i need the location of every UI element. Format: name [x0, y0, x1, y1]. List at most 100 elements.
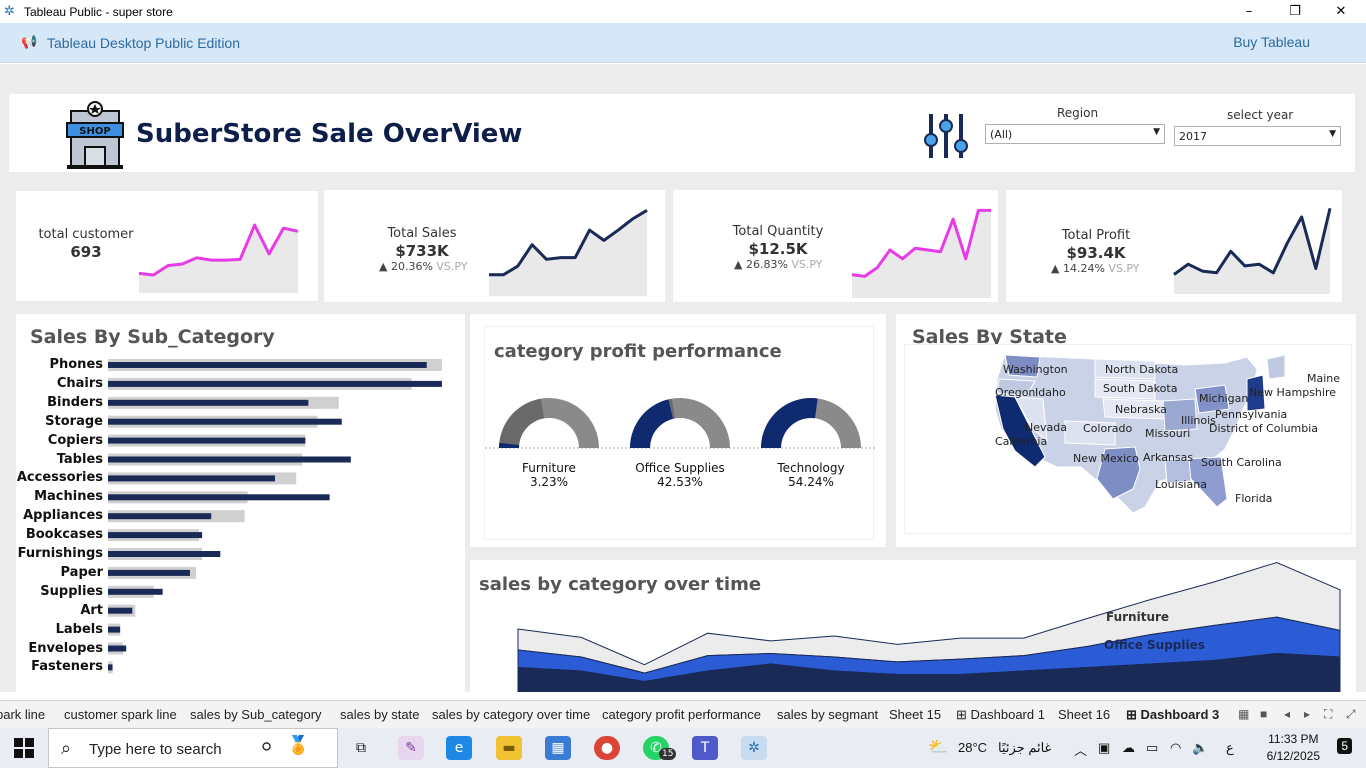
system-clock[interactable]: 11:33 PM 6/12/2025 — [1267, 731, 1320, 765]
shop-sign-text: SHOP — [79, 126, 110, 137]
sheet-tab[interactable]: Sheet 16 — [1058, 707, 1110, 722]
sales-sparkline — [489, 209, 648, 296]
bar-current-phones — [108, 362, 427, 368]
kpi-quantity-title: Total Quantity — [732, 224, 824, 239]
bar-label: Fasteners — [31, 659, 103, 675]
tray-cloud-icon[interactable]: ☁ — [1122, 740, 1135, 756]
sheet-tab[interactable]: sales by segmant — [777, 707, 878, 722]
taskbar-search-box[interactable]: ⌕ Type here to search ⚪ 🏅 — [48, 728, 338, 768]
tray-device-icon[interactable]: ▣ — [1098, 740, 1110, 756]
sheet-tab[interactable]: ⊞ Dashboard 1 — [956, 707, 1045, 723]
category-profit-inner: category profit performance Furniture 3.2… — [484, 326, 875, 540]
bar-current-storage — [108, 418, 342, 425]
sales-over-time-area-chart — [517, 561, 1341, 692]
state-label-oregon: Oregon — [995, 386, 1036, 399]
bar-current-paper — [108, 569, 190, 576]
state-label-south-carolina: South Carolina — [1201, 456, 1282, 469]
state-map-frame: Washington North Dakota Maine Oregon Idaho So… — [904, 344, 1352, 534]
restore-button[interactable]: ❐ — [1272, 0, 1318, 23]
donut-furniture — [499, 398, 599, 448]
buy-tableau-link[interactable]: Buy Tableau — [1233, 34, 1310, 50]
sheet-tab[interactable]: sales by category over time — [432, 707, 590, 722]
sheet-tab[interactable]: sales by Sub_category — [190, 707, 322, 722]
bar-label: Storage — [45, 413, 103, 429]
state-label-district-of-columbia: District of Columbia — [1209, 422, 1319, 435]
sheet-tab[interactable]: sales by state — [340, 707, 420, 722]
bar-label: Phones — [49, 357, 103, 372]
region-dropdown[interactable]: (All) ▼ — [985, 124, 1165, 144]
megaphone-icon: 📢 — [21, 35, 38, 50]
bar-current-supplies — [108, 588, 163, 595]
input-language[interactable]: ع — [1226, 740, 1234, 756]
fullscreen-icon[interactable]: ⛶ — [1324, 707, 1332, 722]
tableau-app-icon: ✲ — [4, 3, 15, 19]
kpi-sales-value: $733K — [395, 242, 449, 260]
donut-label-furniture: Furniture 3.23% — [522, 461, 576, 489]
sales-by-subcategory-panel: Sales By Sub_Category Phones Chairs Binder… — [16, 314, 465, 692]
scroll-left-icon[interactable]: ◂ — [1284, 707, 1290, 721]
paint-app-icon[interactable]: ✎ — [398, 736, 424, 760]
windows-start-icon[interactable] — [14, 738, 34, 758]
tableau-taskbar-icon[interactable]: ✲ — [741, 736, 767, 760]
microsoft-store-icon[interactable]: ▦ — [545, 736, 571, 760]
expand-icon[interactable]: ⤢ — [1346, 707, 1356, 722]
bar-current-accessories — [108, 475, 275, 482]
file-explorer-icon[interactable]: ▬ — [496, 736, 522, 760]
bar-current-labels — [108, 626, 121, 633]
medal-icon: 🏅 — [287, 735, 310, 756]
donut-label-office-supplies: Office Supplies 42.53% — [635, 461, 725, 489]
bar-label: Supplies — [40, 583, 103, 599]
bar-current-machines — [108, 494, 330, 501]
bar-label: Art — [80, 602, 103, 618]
kpi-sales-delta: ▲ 20.36% VS.PY — [379, 260, 468, 273]
bar-current-bookcases — [108, 532, 203, 539]
filter-sliders-icon — [924, 114, 968, 158]
bar-label: Labels — [55, 621, 103, 637]
chrome-icon[interactable]: ● — [594, 736, 620, 760]
search-icon: ⌕ — [61, 738, 72, 759]
teams-icon[interactable]: T — [692, 736, 718, 760]
task-view-icon[interactable]: ⧉ — [348, 736, 374, 760]
weather-description: غائم جزئيًا — [998, 740, 1052, 755]
sheet-tab[interactable]: customer spark line — [64, 707, 177, 722]
edge-browser-icon[interactable]: e — [446, 736, 472, 760]
bar-label: Furnishings — [17, 546, 103, 561]
bar-label: Binders — [47, 394, 103, 410]
sheet-tab[interactable]: Sheet 15 — [889, 707, 941, 722]
dashboard-canvas: SHOP SuberStore Sale OverView Region (Al… — [0, 64, 1366, 692]
notification-icon[interactable]: 5 — [1337, 738, 1352, 754]
kpi-card-sales: Total Sales $733K ▲ 20.36% VS.PY — [324, 190, 665, 302]
sheet-tab[interactable]: ⊞ Dashboard 3 — [1126, 707, 1219, 723]
state-label-missouri: Missouri — [1145, 427, 1191, 440]
scroll-right-icon[interactable]: ▸ — [1304, 707, 1310, 721]
grid-view-icon[interactable]: ▦ — [1238, 707, 1249, 721]
kpi-card-customer: total customer 693 — [16, 191, 318, 301]
bar-current-envelopes — [108, 645, 127, 652]
minimize-button[interactable]: – — [1226, 0, 1272, 23]
sheet-tab[interactable]: category profit performance — [602, 707, 761, 722]
subcategory-chart-title: Sales By Sub_Category — [30, 326, 275, 348]
kpi-card-quantity: Total Quantity $12.5K ▲ 26.83% VS.PY — [673, 190, 998, 302]
volume-icon[interactable]: 🔈 — [1192, 740, 1208, 756]
state-label-south-dakota: South Dakota — [1103, 382, 1178, 395]
wifi-icon[interactable]: ◠ — [1170, 740, 1181, 756]
state-label-nevada: Nevada — [1025, 421, 1067, 434]
dashboard-title: SuberStore Sale OverView — [136, 119, 523, 149]
sheet-tab[interactable]: park line — [0, 707, 45, 722]
state-label-nebraska: Nebraska — [1115, 403, 1167, 416]
bar-label: Chairs — [56, 375, 103, 391]
window-titlebar: ✲ Tableau Public - super store – ❐ ✕ — [0, 0, 1366, 23]
year-filter-label: select year — [1227, 108, 1294, 122]
tray-overflow-icon[interactable]: ︿ — [1074, 740, 1087, 759]
search-placeholder: Type here to search — [89, 741, 222, 758]
bar-current-tables — [108, 456, 351, 463]
golf-ball-icon: ⚪ — [259, 737, 275, 758]
state-label-maine: Maine — [1307, 372, 1341, 385]
year-dropdown[interactable]: 2017 ▼ — [1174, 126, 1341, 146]
filmstrip-icon[interactable]: ■ — [1260, 707, 1267, 721]
whatsapp-badge: 15 — [659, 748, 677, 760]
battery-icon[interactable]: ▭ — [1146, 740, 1158, 756]
quantity-sparkline — [851, 208, 991, 298]
state-label-arkansas: Arkansas — [1143, 451, 1194, 464]
close-button[interactable]: ✕ — [1318, 0, 1364, 23]
